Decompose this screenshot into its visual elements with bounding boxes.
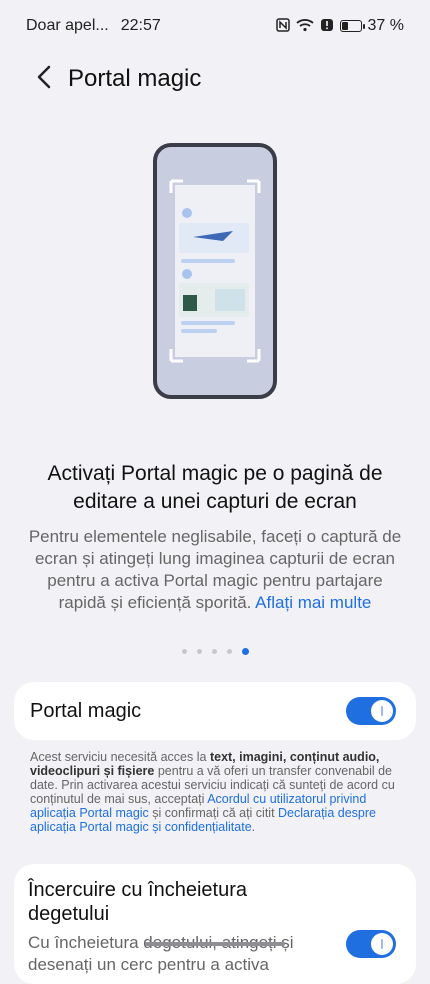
note-text: . [251,820,256,834]
learn-more-link[interactable]: Aflați mai multe [255,593,371,612]
pager-dot[interactable] [181,649,187,654]
home-indicator[interactable] [145,942,285,946]
portal-magic-setting[interactable]: Portal magic [14,682,416,740]
phone-illustration [153,143,277,399]
pager-dot[interactable] [196,649,202,654]
intro-headline: Activați Portal magic pe o pagină de edi… [47,462,383,513]
pager-dot[interactable] [211,649,217,654]
note-text: Acest serviciu necesită acces la [30,750,210,764]
battery-percent: 37 % [367,17,404,34]
intro-description: Pentru elementele neglisabile, faceți o … [24,526,406,614]
alert-icon [320,18,334,35]
nfc-icon [275,17,290,35]
back-arrow-icon [36,65,52,94]
toggle-knob [371,933,393,955]
pager-dots [0,648,430,655]
app-header: Portal magic [0,56,430,102]
clock: 22:57 [120,17,161,34]
note-text: și confirmați că ați citit [148,806,279,820]
pager-dot-active[interactable] [241,648,249,655]
knuckle-circle-title: Încercuire cu încheietura degetului [28,879,248,925]
back-button[interactable] [24,59,64,99]
status-bar: Doar apel... 22:57 37 % [0,0,430,52]
toggle-knob [371,700,393,722]
portal-magic-label: Portal magic [30,699,142,722]
knuckle-circle-description: Cu încheietura degetului, atingeți și de… [28,933,294,974]
carrier-label: Doar apel... [26,17,109,34]
knuckle-circle-toggle[interactable] [346,930,396,958]
wifi-icon [295,18,314,35]
pager-dot[interactable] [226,649,232,654]
page-title: Portal magic [68,65,202,92]
battery-icon [339,20,365,32]
service-consent-note: Acest serviciu necesită acces la text, i… [30,750,400,834]
knuckle-circle-setting[interactable]: Încercuire cu încheietura degetului Cu î… [14,864,416,984]
portal-magic-toggle[interactable] [346,697,396,725]
